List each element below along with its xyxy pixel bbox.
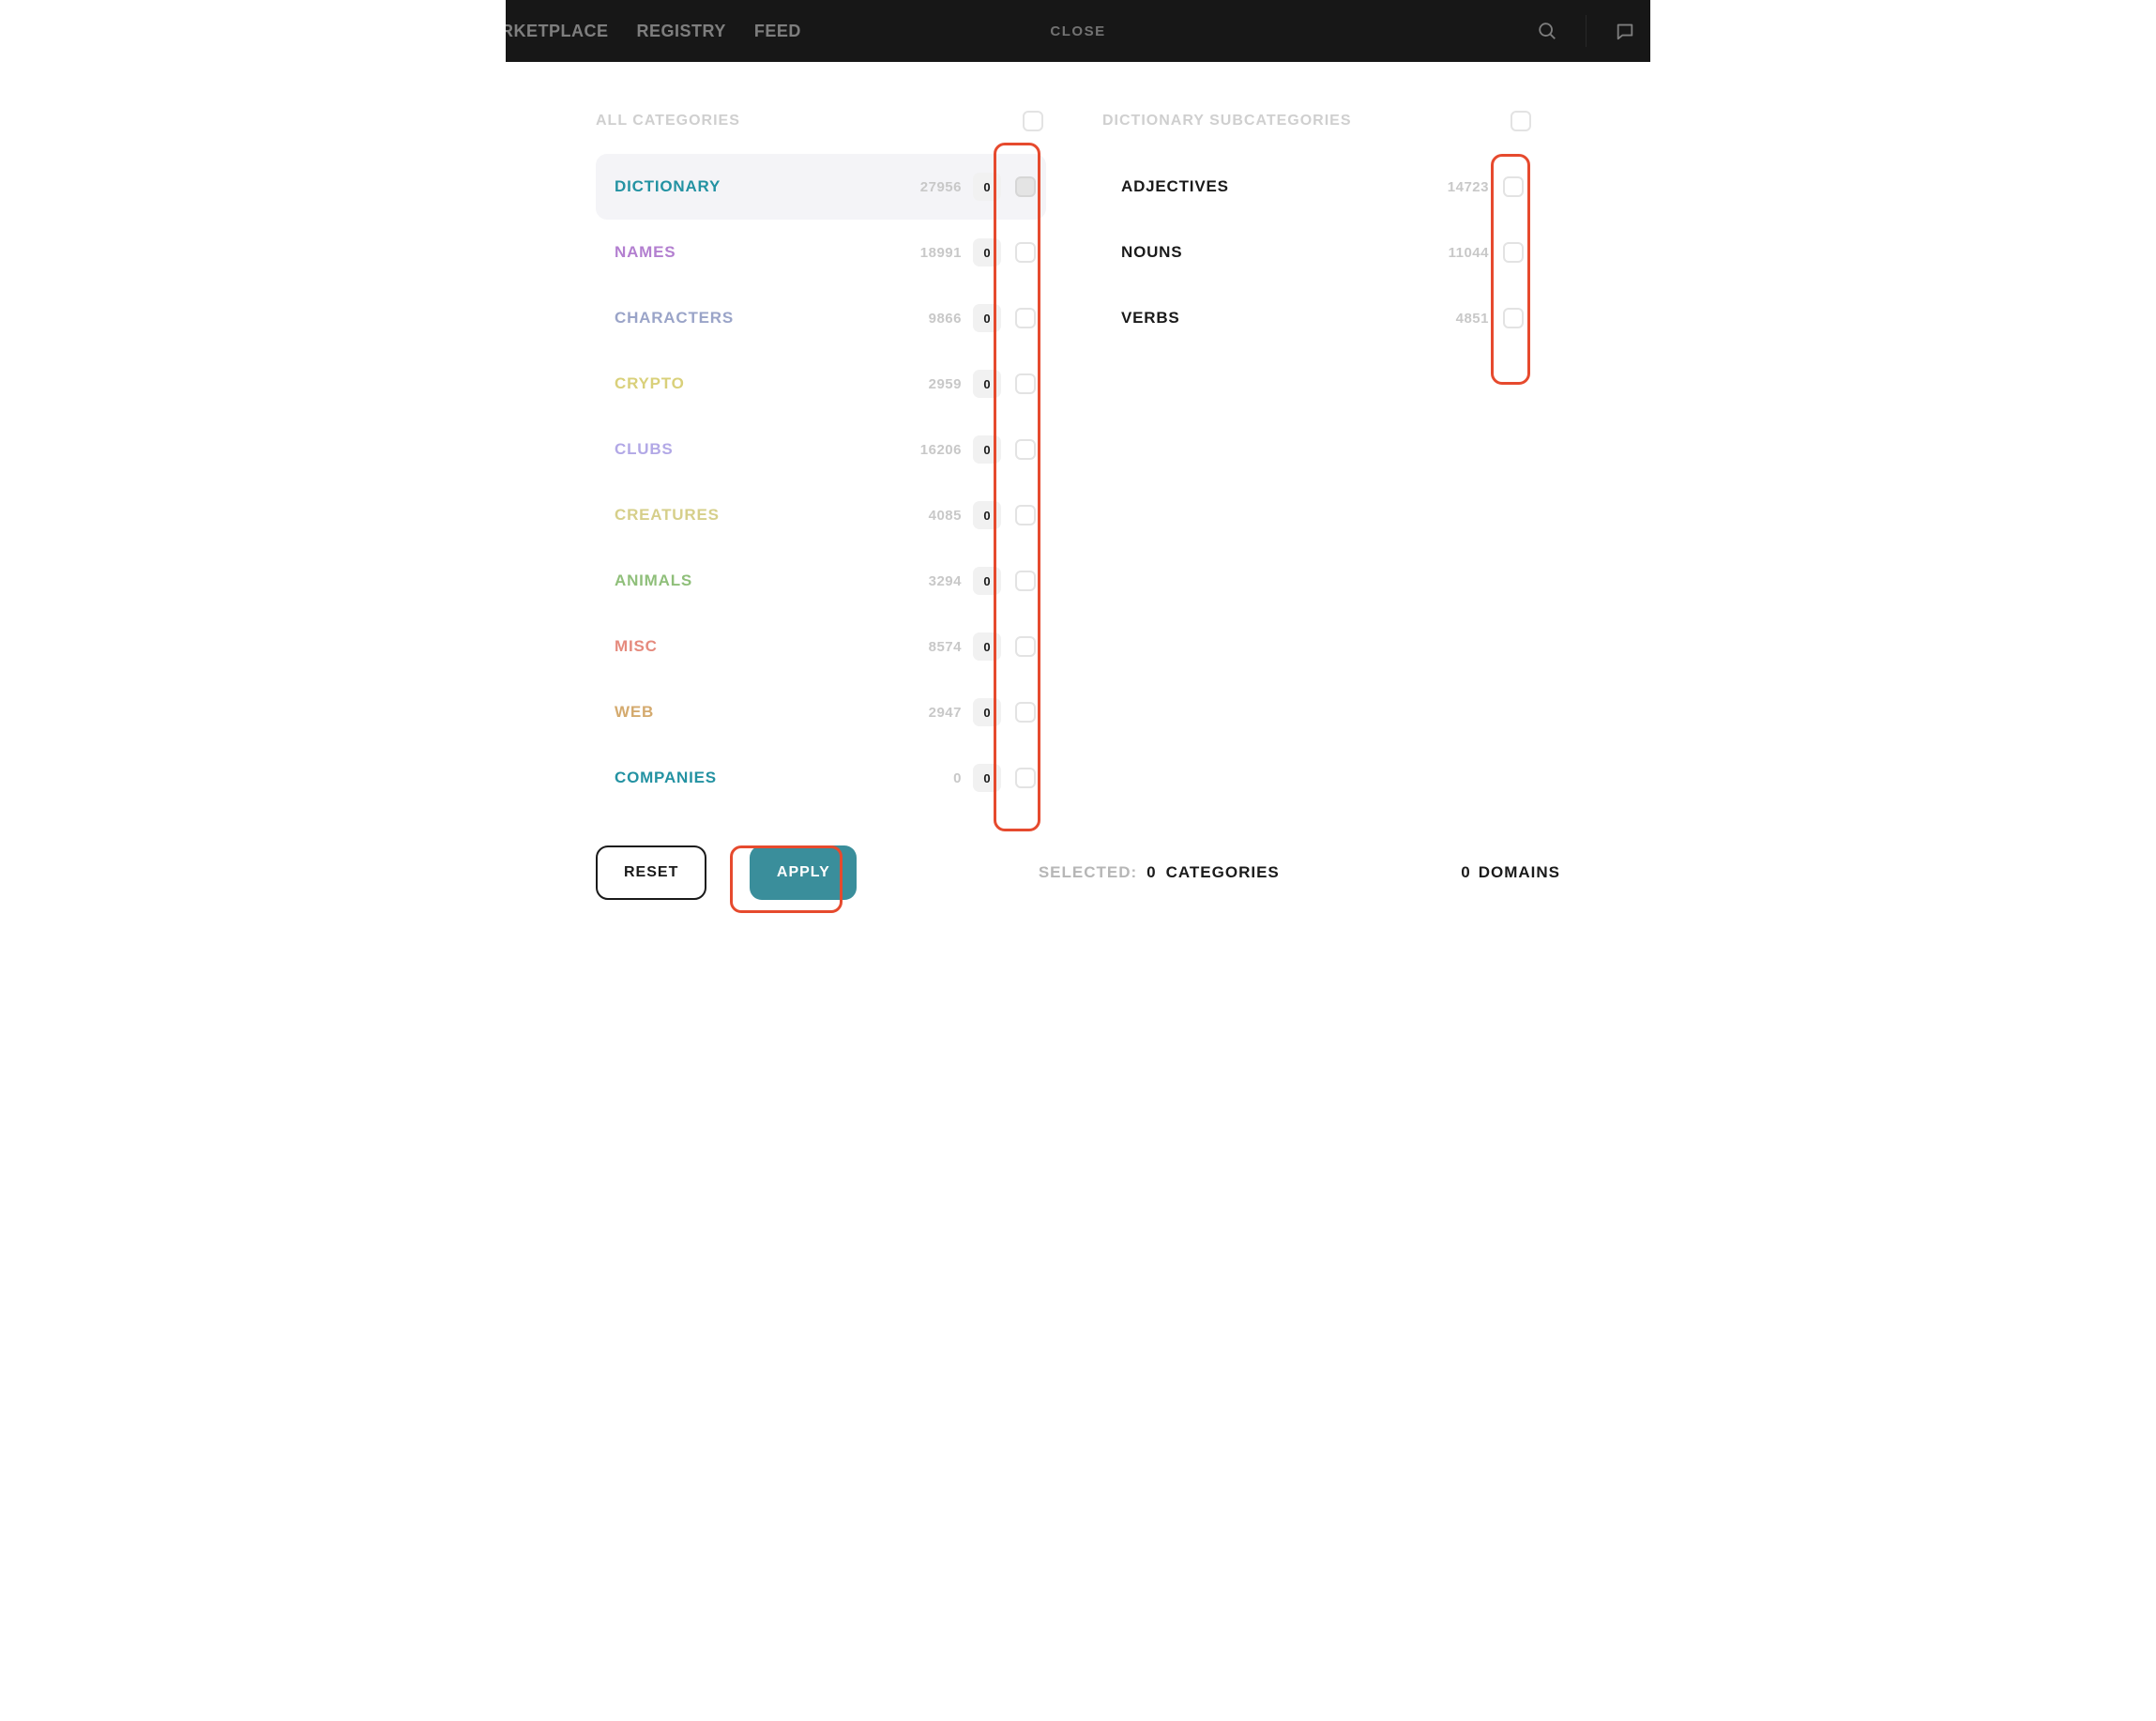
category-row[interactable]: CREATURES 4085 0 [596, 482, 1046, 548]
subcategory-count: 11044 [1437, 245, 1489, 261]
category-row[interactable]: CRYPTO 2959 0 [596, 351, 1046, 417]
subcategories-header: DICTIONARY SUBCATEGORIES [1102, 113, 1508, 129]
category-row[interactable]: WEB 2947 0 [596, 679, 1046, 745]
nav-registry[interactable]: REGISTRY [637, 22, 726, 41]
category-count: 16206 [910, 442, 962, 458]
categories-header: ALL CATEGORIES [596, 113, 1020, 129]
category-label: ANIMALS [615, 571, 910, 590]
subcategories-list: ADJECTIVES 14723 NOUNS 11044 VERBS 4851 [1102, 154, 1534, 351]
category-count: 0 [910, 770, 962, 786]
subcategory-row[interactable]: ADJECTIVES 14723 [1102, 154, 1534, 220]
category-label: CLUBS [615, 440, 910, 459]
divider [1586, 15, 1587, 47]
category-badge: 0 [973, 764, 1001, 792]
category-checkbox[interactable] [1015, 176, 1036, 197]
subcategory-label: VERBS [1121, 309, 1437, 327]
selected-count: 0 [1146, 863, 1156, 882]
category-label: COMPANIES [615, 769, 910, 787]
category-count: 27956 [910, 179, 962, 195]
category-badge: 0 [973, 632, 1001, 661]
selected-suffix: CATEGORIES [1166, 863, 1280, 882]
category-count: 2959 [910, 376, 962, 392]
category-count: 8574 [910, 639, 962, 655]
category-label: MISC [615, 637, 910, 656]
category-badge: 0 [973, 501, 1001, 529]
category-count: 3294 [910, 573, 962, 589]
search-icon[interactable] [1537, 21, 1557, 41]
subcategory-checkbox[interactable] [1503, 308, 1524, 328]
category-badge: 0 [973, 370, 1001, 398]
category-checkbox[interactable] [1015, 768, 1036, 788]
category-row[interactable]: DICTIONARY 27956 0 [596, 154, 1046, 220]
category-label: CREATURES [615, 506, 910, 525]
nav-feed[interactable]: FEED [754, 22, 801, 41]
category-row[interactable]: MISC 8574 0 [596, 614, 1046, 679]
subcategory-row[interactable]: VERBS 4851 [1102, 285, 1534, 351]
category-label: CHARACTERS [615, 309, 910, 327]
footer: RESET APPLY SELECTED: 0 CATEGORIES 0 DOM… [506, 828, 1650, 918]
category-badge: 0 [973, 238, 1001, 267]
category-badge: 0 [973, 304, 1001, 332]
category-row[interactable]: NAMES 18991 0 [596, 220, 1046, 285]
domains-suffix: DOMAINS [1479, 863, 1560, 882]
nav: MARKETPLACE REGISTRY FEED [506, 22, 801, 41]
category-count: 18991 [910, 245, 962, 261]
category-checkbox[interactable] [1015, 308, 1036, 328]
subcategory-count: 4851 [1437, 311, 1489, 327]
filter-panel: ALL CATEGORIES DICTIONARY 27956 0 NAMES … [506, 62, 1650, 918]
category-count: 9866 [910, 311, 962, 327]
category-badge: 0 [973, 698, 1001, 726]
category-checkbox[interactable] [1015, 571, 1036, 591]
subcategories-column: DICTIONARY SUBCATEGORIES ADJECTIVES 1472… [1102, 101, 1534, 828]
category-badge: 0 [973, 173, 1001, 201]
category-row[interactable]: CLUBS 16206 0 [596, 417, 1046, 482]
reset-button[interactable]: RESET [596, 845, 706, 900]
category-checkbox[interactable] [1015, 636, 1036, 657]
selected-label: SELECTED: [1039, 863, 1137, 882]
close-button[interactable]: CLOSE [1050, 23, 1105, 39]
selected-status: SELECTED: 0 CATEGORIES [1039, 863, 1280, 882]
select-all-categories-checkbox[interactable] [1023, 111, 1043, 131]
apply-button[interactable]: APPLY [750, 845, 857, 900]
subcategory-checkbox[interactable] [1503, 242, 1524, 263]
category-badge: 0 [973, 567, 1001, 595]
domains-count: 0 [1461, 863, 1470, 882]
category-row[interactable]: ANIMALS 3294 0 [596, 548, 1046, 614]
category-checkbox[interactable] [1015, 373, 1036, 394]
category-label: NAMES [615, 243, 910, 262]
subcategory-label: ADJECTIVES [1121, 177, 1437, 196]
category-checkbox[interactable] [1015, 505, 1036, 525]
domains-status: 0 DOMAINS [1461, 863, 1560, 882]
categories-column: ALL CATEGORIES DICTIONARY 27956 0 NAMES … [596, 101, 1046, 828]
subcategory-count: 14723 [1437, 179, 1489, 195]
category-count: 2947 [910, 705, 962, 721]
category-label: DICTIONARY [615, 177, 910, 196]
select-all-subcategories-checkbox[interactable] [1511, 111, 1531, 131]
topbar: MARKETPLACE REGISTRY FEED CLOSE [506, 0, 1650, 62]
subcategory-label: NOUNS [1121, 243, 1437, 262]
category-checkbox[interactable] [1015, 702, 1036, 723]
chat-icon[interactable] [1615, 21, 1635, 41]
categories-list: DICTIONARY 27956 0 NAMES 18991 0 CHARACT… [596, 154, 1046, 811]
category-badge: 0 [973, 435, 1001, 464]
category-row[interactable]: COMPANIES 0 0 [596, 745, 1046, 811]
subcategory-row[interactable]: NOUNS 11044 [1102, 220, 1534, 285]
category-checkbox[interactable] [1015, 439, 1036, 460]
nav-marketplace[interactable]: MARKETPLACE [506, 22, 609, 41]
category-checkbox[interactable] [1015, 242, 1036, 263]
category-row[interactable]: CHARACTERS 9866 0 [596, 285, 1046, 351]
category-label: WEB [615, 703, 910, 722]
subcategory-checkbox[interactable] [1503, 176, 1524, 197]
category-count: 4085 [910, 508, 962, 524]
category-label: CRYPTO [615, 374, 910, 393]
